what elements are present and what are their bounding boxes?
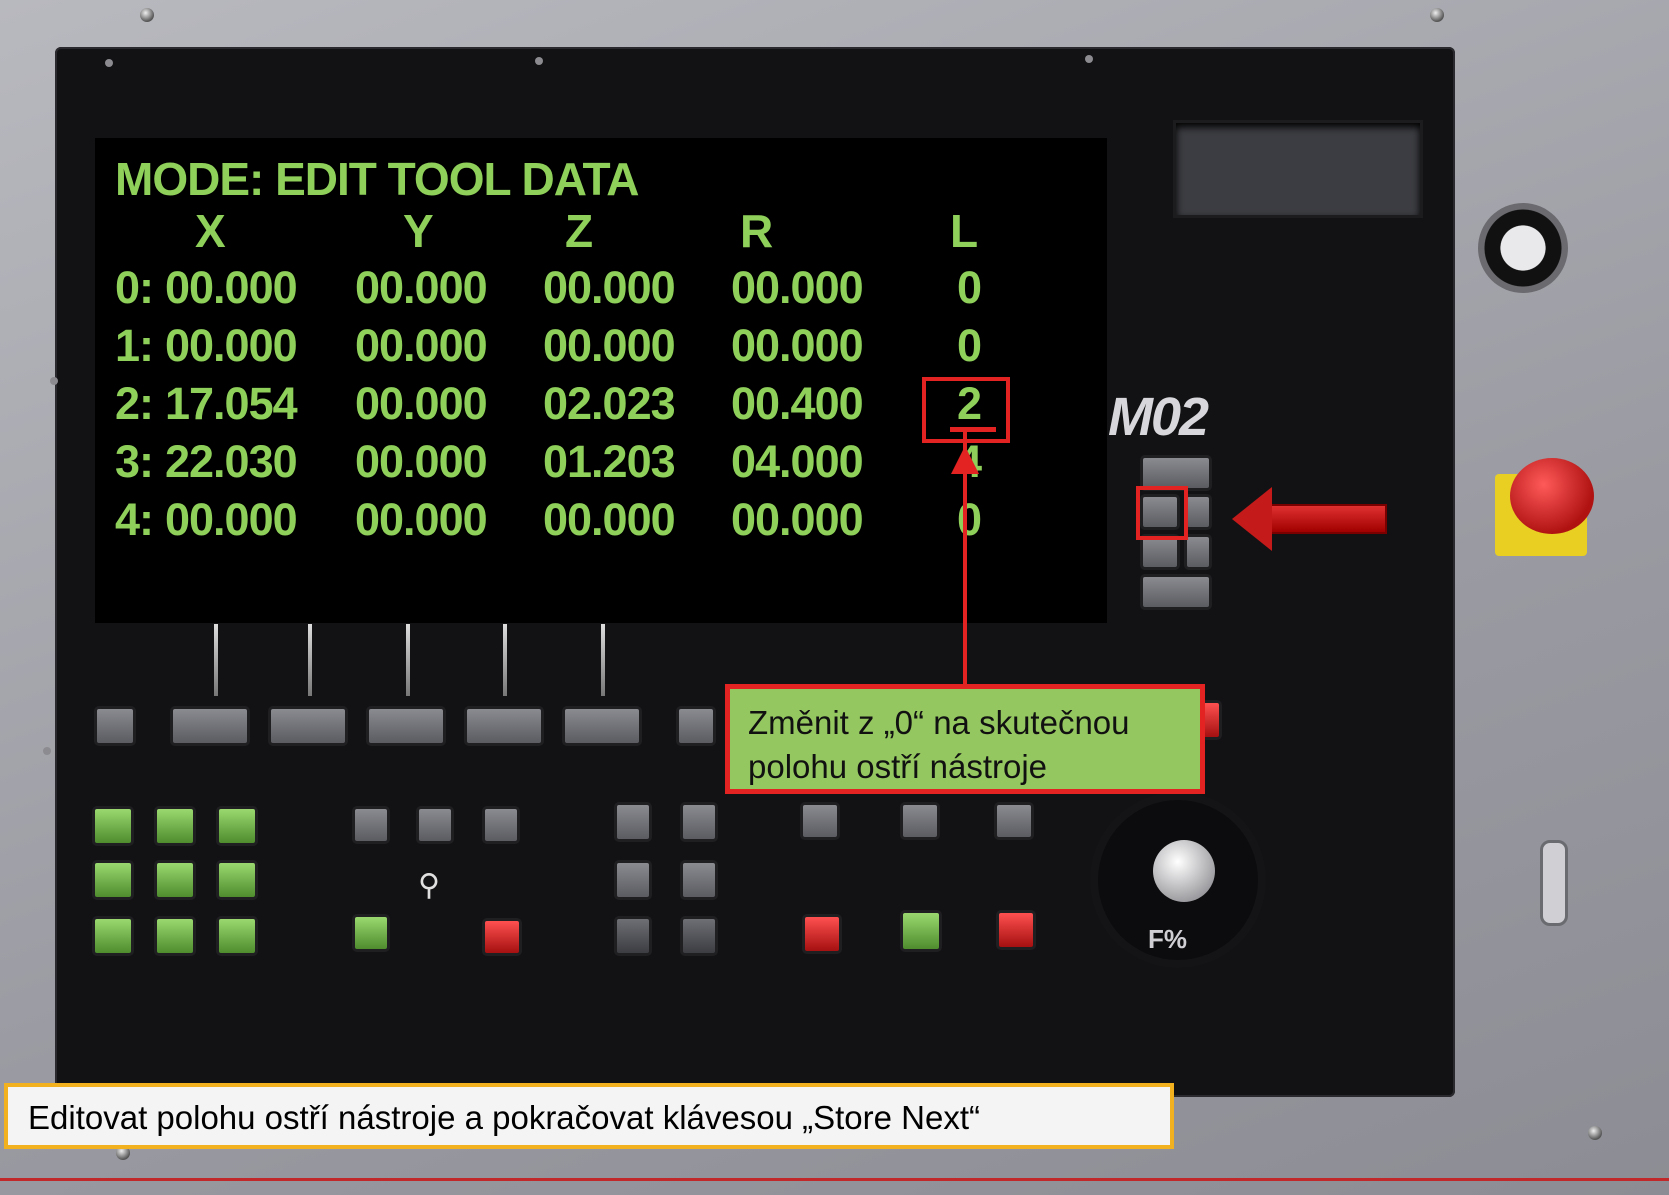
machine-label: M02	[1108, 387, 1209, 447]
cell-y: 00.000	[355, 494, 488, 545]
function-key[interactable]	[416, 806, 454, 844]
row-index: 0:	[115, 262, 154, 313]
jog-key[interactable]	[92, 806, 134, 846]
store-next-highlight	[1136, 486, 1188, 540]
function-key[interactable]	[614, 916, 652, 956]
cycle-start-key[interactable]	[900, 910, 942, 952]
row-index: 4:	[115, 494, 154, 545]
function-key[interactable]	[680, 916, 718, 956]
prev-page-button[interactable]	[94, 706, 136, 746]
cell-l: 0	[957, 320, 982, 371]
stop-key[interactable]	[802, 914, 842, 954]
panel-screw	[1085, 55, 1093, 63]
column-header-y: Y	[403, 205, 434, 257]
jog-key[interactable]	[154, 916, 196, 956]
cell-r: 00.000	[731, 320, 864, 371]
pointer-arrow-head	[1232, 487, 1272, 551]
function-key[interactable]	[800, 802, 840, 840]
jog-key[interactable]	[154, 806, 196, 846]
callout-note: Změnit z „0“ na skutečnou polohu ostří n…	[725, 684, 1205, 794]
softkey-5[interactable]	[562, 706, 642, 746]
cell-x: 00.000	[165, 262, 298, 313]
function-key[interactable]	[900, 802, 940, 840]
cell-x: 22.030	[165, 436, 298, 487]
jog-key[interactable]	[92, 916, 134, 956]
softkey-4[interactable]	[464, 706, 544, 746]
column-header-r: R	[740, 205, 773, 257]
cell-l: 0	[957, 494, 982, 545]
cell-r: 04.000	[731, 436, 864, 487]
function-key[interactable]	[614, 802, 652, 842]
shift-key[interactable]	[1140, 574, 1212, 610]
function-key[interactable]	[482, 806, 520, 844]
cell-z: 00.000	[543, 262, 676, 313]
next-page-button[interactable]	[676, 706, 716, 746]
cell-y: 00.000	[355, 436, 488, 487]
panel-screw	[535, 57, 543, 65]
softkey-2[interactable]	[268, 706, 348, 746]
softkey-indicator	[308, 624, 312, 696]
function-key[interactable]	[352, 914, 390, 952]
instruction-caption: Editovat polohu ostří nástroje a pokračo…	[4, 1083, 1174, 1149]
cell-x: 00.000	[165, 494, 298, 545]
screw	[1430, 8, 1444, 22]
cell-y: 00.000	[355, 320, 488, 371]
jog-key[interactable]	[216, 806, 258, 846]
jog-key[interactable]	[92, 860, 134, 900]
cell-r: 00.000	[731, 494, 864, 545]
edit-key[interactable]	[1184, 534, 1212, 570]
card-slot	[1173, 120, 1423, 218]
row-index: 3:	[115, 436, 154, 487]
jog-key[interactable]	[216, 860, 258, 900]
edit-cursor	[950, 427, 996, 432]
feed-override-knob[interactable]	[1153, 840, 1215, 902]
cell-y: 00.000	[355, 262, 488, 313]
column-header-x: X	[195, 205, 226, 257]
jog-key[interactable]	[154, 860, 196, 900]
jog-key[interactable]	[216, 916, 258, 956]
feed-hold-key[interactable]	[996, 910, 1036, 950]
key-switch[interactable]	[1478, 203, 1568, 293]
emergency-stop-button[interactable]	[1510, 458, 1594, 534]
cell-x: 00.000	[165, 320, 298, 371]
function-key[interactable]	[482, 918, 522, 956]
function-key[interactable]	[680, 802, 718, 842]
softkey-indicator	[214, 624, 218, 696]
cell-z: 00.000	[543, 494, 676, 545]
cell-y: 00.000	[355, 378, 488, 429]
column-header-l: L	[950, 205, 978, 257]
panel-screw	[43, 747, 51, 755]
softkey-1[interactable]	[170, 706, 250, 746]
function-key[interactable]	[614, 860, 652, 900]
function-key[interactable]	[352, 806, 390, 844]
softkey-indicator	[503, 624, 507, 696]
row-index: 1:	[115, 320, 154, 371]
softkey-indicator	[601, 624, 605, 696]
screen-title: MODE: EDIT TOOL DATA	[115, 153, 639, 205]
edit-key[interactable]	[1184, 494, 1212, 530]
softkey-indicator	[406, 624, 410, 696]
softkey-3[interactable]	[366, 706, 446, 746]
pointer-arrow-shaft	[1268, 504, 1387, 534]
cell-z: 02.023	[543, 378, 676, 429]
callout-pointer-arrowhead	[951, 446, 979, 474]
row-index: 2:	[115, 378, 154, 429]
cell-z: 01.203	[543, 436, 676, 487]
panel-screw	[50, 377, 58, 385]
cell-z: 00.000	[543, 320, 676, 371]
function-key[interactable]	[994, 802, 1034, 840]
screw	[140, 8, 154, 22]
cell-x: 17.054	[165, 378, 298, 429]
red-cable	[0, 1178, 1669, 1181]
side-handle	[1540, 840, 1568, 926]
cell-l: 0	[957, 262, 982, 313]
column-header-z: Z	[565, 205, 593, 257]
cell-r: 00.000	[731, 262, 864, 313]
feed-dial-label: F%	[1148, 924, 1187, 954]
panel-screw	[105, 59, 113, 67]
function-key[interactable]	[680, 860, 718, 900]
spindle-icon: ⚲	[418, 869, 440, 902]
cell-r: 00.400	[731, 378, 864, 429]
screw	[1588, 1126, 1602, 1140]
